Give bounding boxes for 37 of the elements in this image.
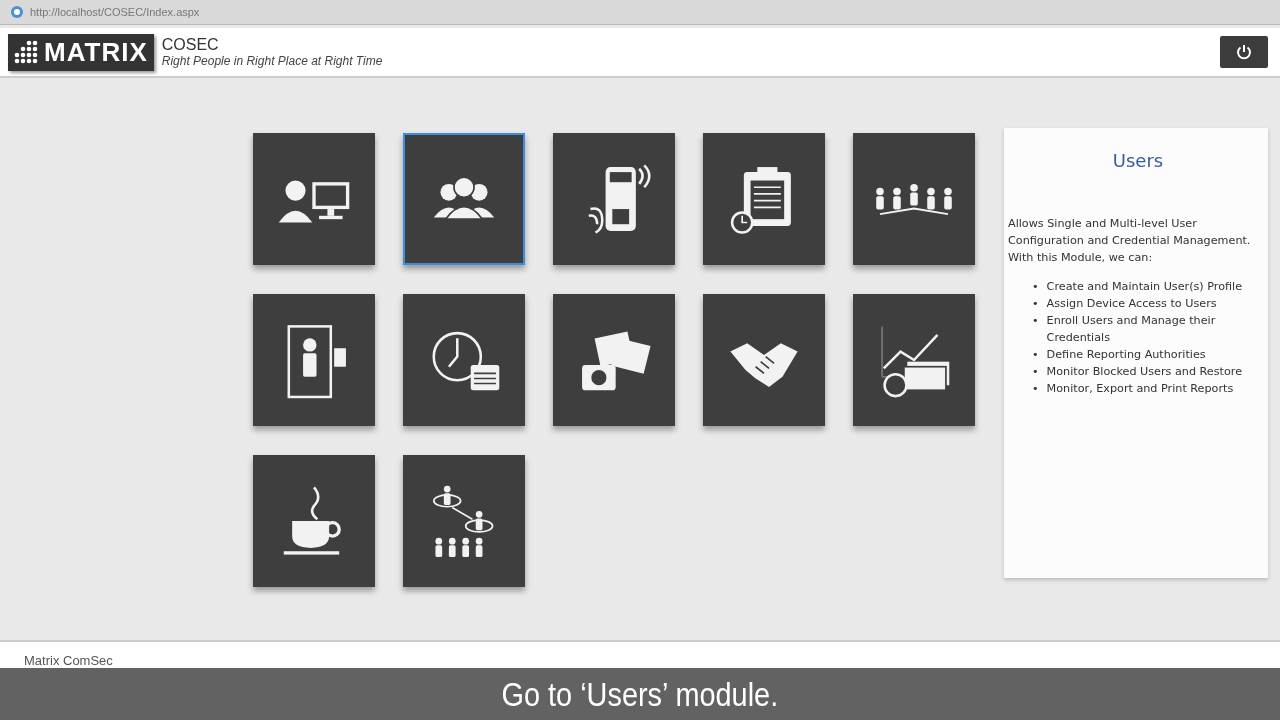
module-tile[interactable] [253,133,375,265]
feature-item: Create and Maintain User(s) Profile [1046,279,1243,295]
bullet: • [1032,364,1039,380]
feature-item: Assign Device Access to Users [1046,296,1217,312]
bullet: • [1032,381,1039,397]
logo-text: MATRIX [44,36,148,68]
module-tile[interactable] [703,294,825,426]
panel-intro: With this Module, we can: [1008,250,1154,266]
power-icon [1235,43,1253,61]
bullet: • [1032,279,1039,295]
caption-text: Go to ‘Users’ module. [501,674,779,714]
bullet: • [1032,296,1039,312]
dots-icon [14,40,38,64]
module-tile[interactable] [853,294,975,426]
panel-title: Users [1111,150,1165,171]
module-tile[interactable] [403,294,525,426]
module-tile[interactable] [403,133,525,265]
footer-text: Matrix ComSec [24,653,113,668]
module-tile[interactable] [553,133,675,265]
module-tile[interactable] [403,455,525,587]
app-title: COSEC [161,36,220,54]
power-button[interactable] [1220,36,1268,68]
module-tile[interactable] [853,133,975,265]
module-tile[interactable] [253,455,375,587]
module-tile[interactable] [703,133,825,265]
feature-item: Define Reporting Authorities [1046,347,1206,363]
module-tile[interactable] [553,294,675,426]
panel-description: Allows Single and Multi-level User Configuration and Credential Management. [1008,216,1252,249]
address-url[interactable]: http://localhost/COSEC/Index.aspx [30,6,200,18]
bullet: • [1032,313,1039,329]
feature-item: Enroll Users and Manage their Credentials [1046,313,1217,346]
feature-item: Monitor, Export and Print Reports [1046,381,1234,397]
browser-icon [10,5,24,19]
module-tile[interactable] [253,294,375,426]
feature-item: Monitor Blocked Users and Restore [1046,364,1243,380]
app-tagline: Right People in Right Place at Right Time [161,54,383,68]
bullet: • [1032,347,1039,363]
